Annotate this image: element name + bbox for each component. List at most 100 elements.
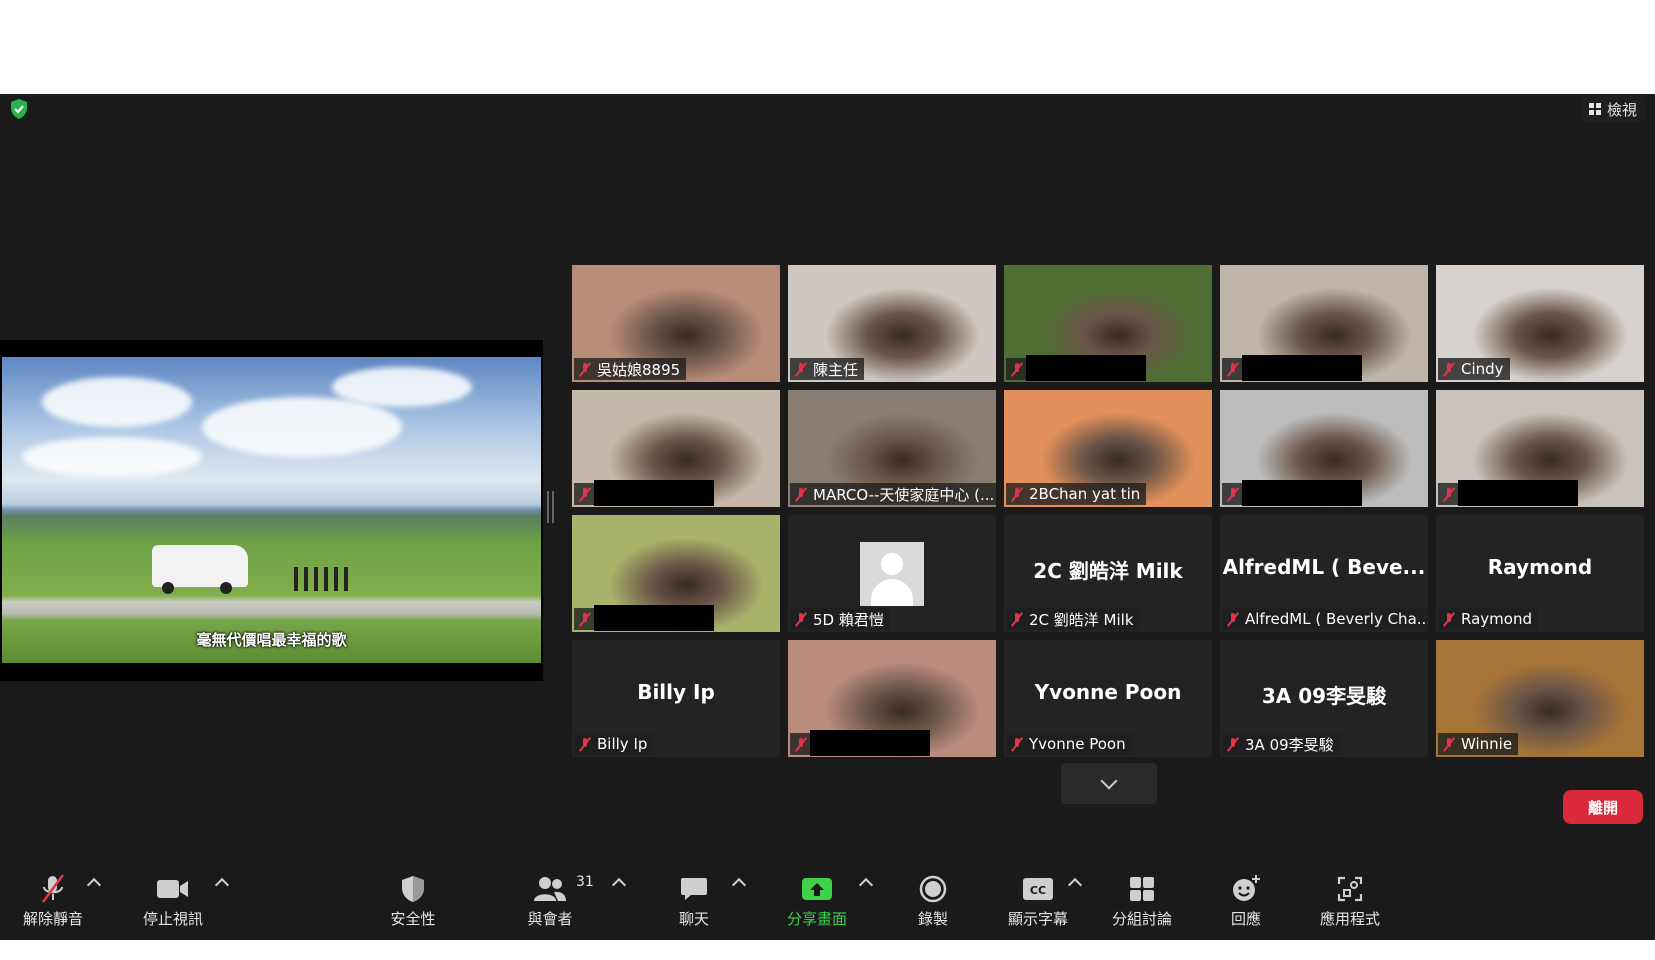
participant-tile[interactable]: AlfredML ( Beve... AlfredML ( Beverly Cha… — [1220, 515, 1428, 632]
participant-tile[interactable] — [1220, 390, 1428, 507]
participant-name-tag: 3A 09李旻駿 — [1222, 733, 1340, 755]
participant-display-name: 2C 劉皓洋 Milk — [1033, 559, 1183, 583]
participant-tile[interactable]: 3A 09李旻駿 3A 09李旻駿 — [1220, 640, 1428, 757]
participant-tile[interactable] — [1436, 390, 1644, 507]
muted-mic-icon — [1010, 612, 1024, 626]
stop-video-button[interactable]: 停止視訊 — [128, 872, 218, 932]
muted-mic-icon — [794, 612, 808, 626]
people-image — [294, 567, 352, 591]
participant-tile[interactable]: Raymond Raymond — [1436, 515, 1644, 632]
participant-name: MARCO--天使家庭中心 (... — [813, 485, 995, 504]
participant-tile[interactable]: MARCO--天使家庭中心 (... — [788, 390, 996, 507]
apps-label: 應用程式 — [1319, 910, 1380, 928]
participant-display-name: Billy Ip — [637, 680, 715, 704]
participant-name: 2C 劉皓洋 Milk — [1029, 610, 1134, 629]
participants-button[interactable]: 31 與會者 — [505, 872, 595, 932]
participant-name-tag: 2C 劉皓洋 Milk — [1006, 608, 1140, 630]
participant-tile[interactable] — [788, 640, 996, 757]
participant-name-tag: AlfredML ( Beverly Cha... — [1222, 608, 1428, 630]
participant-tile[interactable]: 2C 劉皓洋 Milk 2C 劉皓洋 Milk — [1004, 515, 1212, 632]
security-shield-icon — [402, 876, 424, 902]
participant-tile[interactable]: Winnie — [1436, 640, 1644, 757]
participant-tile[interactable]: 5D 賴君愷 — [788, 515, 996, 632]
participant-name: 陳主任 — [813, 360, 859, 379]
redaction-box — [1242, 355, 1362, 381]
muted-mic-icon — [1226, 737, 1240, 751]
participant-tile[interactable]: 2BChan yat tin — [1004, 390, 1212, 507]
leave-meeting-button[interactable]: 離開 — [1563, 790, 1643, 824]
participant-name: Raymond — [1461, 610, 1532, 628]
participant-tile[interactable] — [1004, 265, 1212, 382]
participant-tile[interactable]: Yvonne Poon Yvonne Poon — [1004, 640, 1212, 757]
participant-tile[interactable] — [572, 515, 780, 632]
participant-name: Cindy — [1461, 360, 1504, 378]
encryption-shield-icon[interactable] — [8, 98, 30, 120]
security-button[interactable]: 安全性 — [368, 872, 458, 932]
participant-name-tag: Winnie — [1438, 733, 1519, 755]
view-grid-icon — [1588, 103, 1601, 115]
muted-mic-icon — [1010, 487, 1024, 501]
video-subtitle: 毫無代價唱最幸福的歌 — [196, 631, 347, 649]
captions-button[interactable]: CC 顯示字幕 — [993, 872, 1083, 932]
muted-mic-icon — [1442, 737, 1456, 751]
default-avatar-icon — [860, 542, 924, 606]
meeting-toolbar: 解除靜音 停止視訊 安全性 31 與會者 聊天 分享畫面 錄製 CC 顯示字幕 … — [0, 868, 1655, 940]
participant-tile[interactable] — [1220, 265, 1428, 382]
share-screen-button[interactable]: 分享畫面 — [772, 872, 862, 932]
participant-tile[interactable] — [572, 390, 780, 507]
svg-text:CC: CC — [1030, 884, 1046, 897]
campervan-image — [152, 545, 248, 594]
participant-name-tag: 2BChan yat tin — [1006, 483, 1147, 505]
participant-tile[interactable]: Cindy — [1436, 265, 1644, 382]
participant-tile[interactable]: 陳主任 — [788, 265, 996, 382]
reactions-button[interactable]: 回應 — [1201, 872, 1291, 932]
apps-button[interactable]: 應用程式 — [1305, 872, 1395, 932]
muted-mic-icon — [1010, 737, 1024, 751]
participants-options-caret[interactable] — [611, 877, 627, 893]
chat-button[interactable]: 聊天 — [649, 872, 739, 932]
unmute-button[interactable]: 解除靜音 — [8, 872, 98, 932]
breakout-rooms-button[interactable]: 分組討論 — [1097, 872, 1187, 932]
chevron-down-icon — [1100, 772, 1118, 789]
redaction-box — [1242, 480, 1362, 506]
participant-tile[interactable]: 吳姑娘8895 — [572, 265, 780, 382]
reactions-label: 回應 — [1230, 910, 1261, 928]
unmute-label: 解除靜音 — [22, 910, 83, 928]
participant-name: AlfredML ( Beverly Cha... — [1245, 610, 1428, 628]
muted-mic-icon — [578, 737, 592, 751]
muted-mic-icon — [794, 487, 808, 501]
view-button[interactable]: 檢視 — [1580, 96, 1645, 122]
captions-label: 顯示字幕 — [1007, 910, 1068, 928]
muted-mic-icon — [1442, 487, 1456, 501]
participant-name: Billy Ip — [597, 735, 648, 753]
panel-resize-handle[interactable] — [547, 491, 554, 523]
muted-mic-icon — [794, 737, 808, 751]
muted-mic-icon — [578, 612, 592, 626]
participant-tile[interactable]: Billy Ip Billy Ip — [572, 640, 780, 757]
redaction-box — [1026, 355, 1146, 381]
muted-mic-icon — [1442, 612, 1456, 626]
next-page-button[interactable] — [1061, 763, 1157, 804]
participants-label: 與會者 — [527, 910, 573, 928]
view-label: 檢視 — [1606, 100, 1637, 119]
muted-microphone-icon — [41, 874, 65, 903]
closed-captions-icon: CC — [1023, 878, 1053, 900]
participant-gallery: 吳姑娘8895 陳主任 Cindy MARCO--天使家庭中心 (... 2BChan … — [572, 265, 1645, 757]
stop-video-label: 停止視訊 — [142, 910, 203, 928]
redaction-box — [810, 730, 930, 756]
muted-mic-icon — [1226, 362, 1240, 376]
muted-mic-icon — [794, 362, 808, 376]
chat-bubble-icon — [681, 878, 707, 900]
muted-mic-icon — [1442, 362, 1456, 376]
participant-display-name: Yvonne Poon — [1034, 680, 1182, 704]
participant-name-tag: 陳主任 — [790, 358, 865, 380]
participant-count: 31 — [576, 874, 594, 890]
muted-mic-icon — [1226, 612, 1240, 626]
participants-icon — [534, 877, 566, 901]
record-icon — [919, 875, 947, 903]
participant-name-tag: 5D 賴君愷 — [790, 608, 890, 630]
record-button[interactable]: 錄製 — [888, 872, 978, 932]
apps-icon — [1337, 876, 1363, 902]
shared-screen: 毫無代價唱最幸福的歌 — [0, 340, 543, 681]
reactions-smiley-icon — [1233, 875, 1260, 901]
